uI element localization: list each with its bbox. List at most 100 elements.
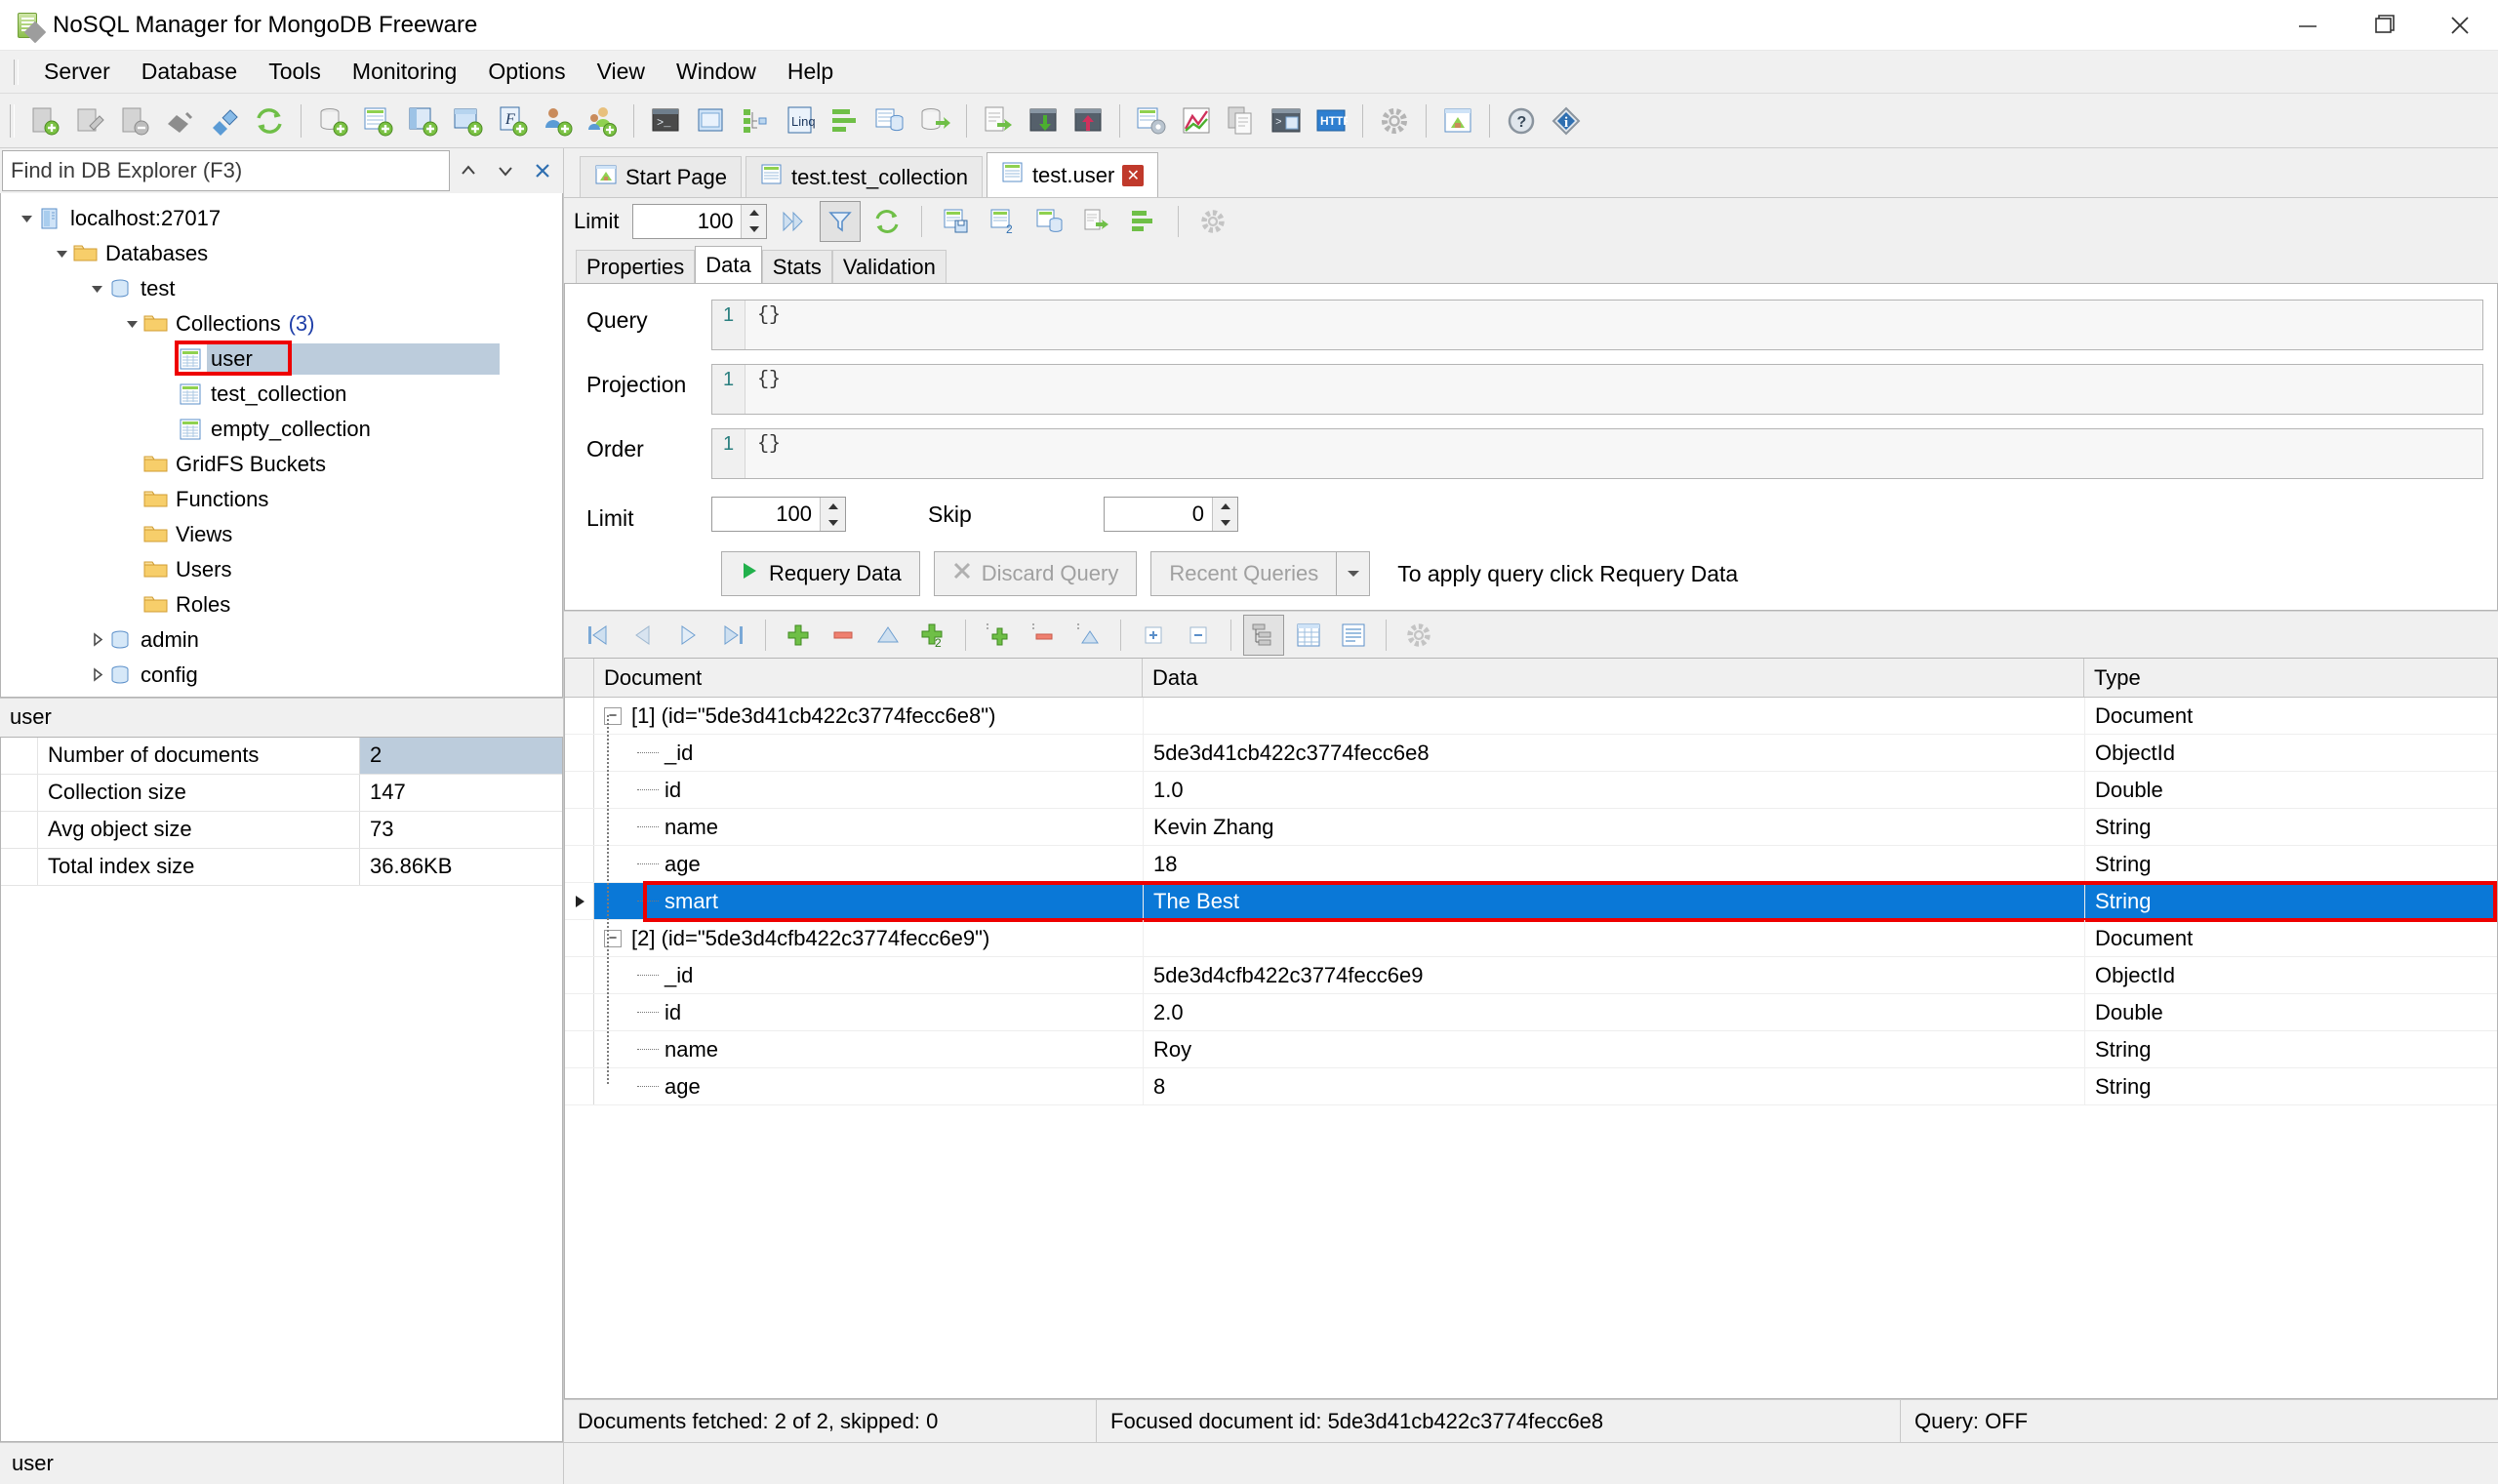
next-record-icon[interactable] [667,615,708,656]
projection-value[interactable]: {} [745,365,781,414]
copy-icon[interactable] [1219,99,1264,143]
sidebar-item-test-collection[interactable]: test_collection [1,377,562,412]
add-field-icon[interactable] [978,615,1019,656]
aggregate-icon[interactable] [1123,201,1164,242]
cell-data[interactable]: 5de3d4cfb422c3774fecc6e9 [1143,957,2084,993]
order-input[interactable]: 1 {} [711,428,2483,479]
cell-document[interactable]: smart [594,883,1143,919]
stepper-down-icon[interactable] [821,514,845,531]
stepper-arrows[interactable] [741,205,766,238]
query-input[interactable]: 1 {} [711,300,2483,350]
export-doc-icon[interactable] [1076,201,1117,242]
tab-validation[interactable]: Validation [832,250,947,283]
new-connection-icon[interactable] [22,99,67,143]
cell-document[interactable]: −[2] (id="5de3d4cfb422c3774fecc6e9") [594,920,1143,956]
new-view-icon[interactable] [400,99,445,143]
aggregate-icon[interactable] [823,99,867,143]
table-row[interactable]: nameKevin ZhangString [565,809,2497,846]
chevron-down-icon[interactable] [52,245,73,262]
about-icon[interactable]: i [1544,99,1589,143]
tab-test-user[interactable]: test.user ✕ [987,152,1158,197]
chevron-right-icon[interactable] [87,631,108,649]
recent-queries-dropdown[interactable] [1337,551,1370,596]
export-db-icon[interactable] [912,99,957,143]
tab-start-page[interactable]: Start Page [580,156,742,197]
last-record-icon[interactable] [712,615,753,656]
stepper-down-icon[interactable] [1213,514,1237,531]
export-icon[interactable] [1066,99,1110,143]
skip-stepper[interactable]: 0 [1104,497,1238,532]
cell-data[interactable] [1143,920,2084,956]
cell-type[interactable]: Double [2084,772,2497,808]
delete-row-icon[interactable] [823,615,864,656]
table-row[interactable]: Total index size 36.86KB [1,849,562,886]
text-view-icon[interactable] [1333,615,1374,656]
discard-query-button[interactable]: Discard Query [934,551,1138,596]
tree-icon[interactable] [733,99,778,143]
run-next-icon[interactable] [773,201,814,242]
settings-gear-icon[interactable] [1372,99,1417,143]
chevron-down-icon[interactable] [122,315,143,333]
table-row[interactable]: −[1] (id="5de3d41cb422c3774fecc6e8")Docu… [565,698,2497,735]
column-header-data[interactable]: Data [1143,659,2084,697]
chevron-down-icon[interactable] [487,150,524,191]
cell-data[interactable]: 8 [1143,1068,2084,1104]
sidebar-item-views[interactable]: Views [1,517,562,552]
minimize-icon[interactable] [2270,0,2346,51]
table-row[interactable]: Avg object size 73 [1,812,562,849]
tab-data[interactable]: Data [695,246,761,283]
form-limit-value[interactable]: 100 [712,498,820,531]
tab-test-test-collection[interactable]: test.test_collection [745,156,983,197]
requery-data-button[interactable]: Requery Data [721,551,920,596]
cell-type[interactable]: Document [2084,920,2497,956]
sidebar-item-config[interactable]: config [1,658,562,693]
table-row[interactable]: Number of documents 2 [1,738,562,775]
first-record-icon[interactable] [578,615,619,656]
close-icon[interactable] [2422,0,2498,51]
cell-type[interactable]: Double [2084,994,2497,1030]
cell-type[interactable]: String [2084,1031,2497,1067]
edit-connection-icon[interactable] [67,99,112,143]
table-row[interactable]: _id5de3d41cb422c3774fecc6e8ObjectId [565,735,2497,772]
cell-data[interactable]: 18 [1143,846,2084,882]
recent-queries-button[interactable]: Recent Queries [1150,551,1337,596]
stepper-arrows[interactable] [1212,498,1237,531]
tab-properties[interactable]: Properties [576,250,695,283]
sidebar-item-functions[interactable]: Functions [1,482,562,517]
post-edit-icon[interactable] [867,615,908,656]
sidebar-item-gridfs-buckets[interactable]: GridFS Buckets [1,447,562,482]
table-row[interactable]: age18String [565,846,2497,883]
data-compare-icon[interactable] [867,99,912,143]
skip-value[interactable]: 0 [1105,498,1212,531]
save-grid-icon[interactable] [936,201,977,242]
cell-type[interactable]: ObjectId [2084,735,2497,771]
settings-gear-icon[interactable] [1192,201,1233,242]
cell-document[interactable]: id [594,994,1143,1030]
sidebar-item-collections[interactable]: Collections(3) [1,306,562,341]
toolbar-grip[interactable] [10,104,15,138]
cell-type[interactable]: ObjectId [2084,957,2497,993]
cell-type[interactable]: String [2084,846,2497,882]
table-row[interactable]: id1.0Double [565,772,2497,809]
query-value[interactable]: {} [745,301,781,349]
new-function-icon[interactable]: F [490,99,535,143]
table-row[interactable]: smartThe BestString [565,883,2497,920]
table-row[interactable]: id2.0Double [565,994,2497,1031]
form-limit-stepper[interactable]: 100 [711,497,846,532]
cell-document[interactable]: id [594,772,1143,808]
menu-item-help[interactable]: Help [772,55,849,89]
edit-field-icon[interactable] [1068,615,1108,656]
table-row[interactable]: −[2] (id="5de3d4cfb422c3774fecc6e9") Docu… [565,920,2497,957]
cell-type[interactable]: String [2084,1068,2497,1104]
add-row-icon[interactable] [778,615,819,656]
chart-icon[interactable] [1174,99,1219,143]
connect-icon[interactable] [157,99,202,143]
menu-item-window[interactable]: Window [661,55,772,89]
sidebar-item-admin[interactable]: admin [1,622,562,658]
sidebar-item-users[interactable]: Users [1,552,562,587]
sidebar-item-roles[interactable]: Roles [1,587,562,622]
tree-view-icon[interactable] [1243,615,1284,656]
cell-data[interactable]: 2.0 [1143,994,2084,1030]
menu-item-monitoring[interactable]: Monitoring [337,55,472,89]
menu-item-database[interactable]: Database [126,55,253,89]
